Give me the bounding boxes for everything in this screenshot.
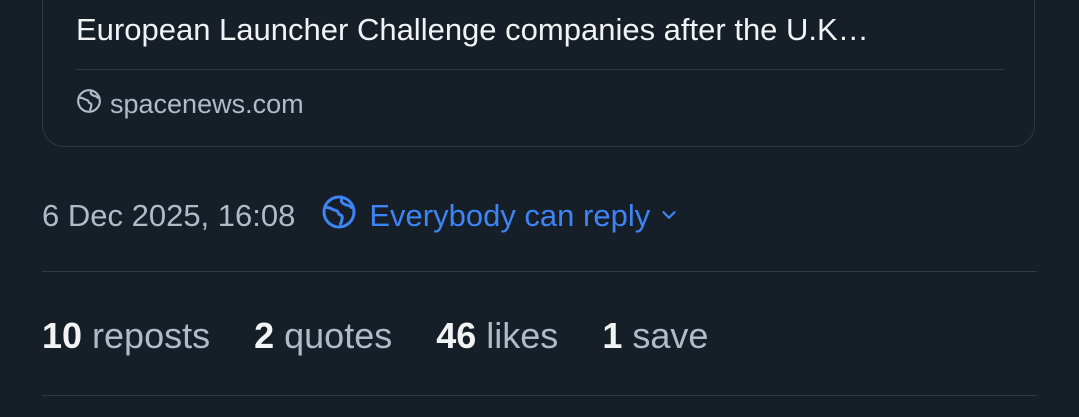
globe-icon [76,88,102,121]
globe-icon [321,194,369,238]
quotes-count: 2 [254,315,275,356]
divider [42,395,1037,396]
reposts-stat[interactable]: 10 reposts [42,313,210,359]
post-detail: European Launcher Challenge companies af… [0,0,1079,417]
card-divider [76,69,1004,70]
quotes-label: quotes [284,315,393,356]
reposts-label: reposts [92,315,211,356]
link-preview-card[interactable]: European Launcher Challenge companies af… [42,0,1035,147]
saves-label: save [632,315,709,356]
quotes-stat[interactable]: 2 quotes [254,313,392,359]
reply-setting-label: Everybody can reply [369,198,651,233]
saves-stat[interactable]: 1 save [602,313,708,359]
link-description: European Launcher Challenge companies af… [76,12,869,47]
link-domain-row: spacenews.com [76,88,304,121]
saves-count: 1 [602,315,623,356]
likes-label: likes [486,315,559,356]
engagement-stats: 10 reposts 2 quotes 46 likes 1 save [42,313,752,359]
chevron-down-icon [650,198,680,234]
post-meta-row: 6 Dec 2025, 16:08 Everybody can reply [42,193,680,239]
link-domain: spacenews.com [110,89,304,119]
likes-stat[interactable]: 46 likes [436,313,558,359]
likes-count: 46 [436,315,477,356]
divider [42,271,1037,272]
post-timestamp: 6 Dec 2025, 16:08 [42,198,296,233]
reply-setting-button[interactable]: Everybody can reply [321,194,680,238]
reposts-count: 10 [42,315,83,356]
